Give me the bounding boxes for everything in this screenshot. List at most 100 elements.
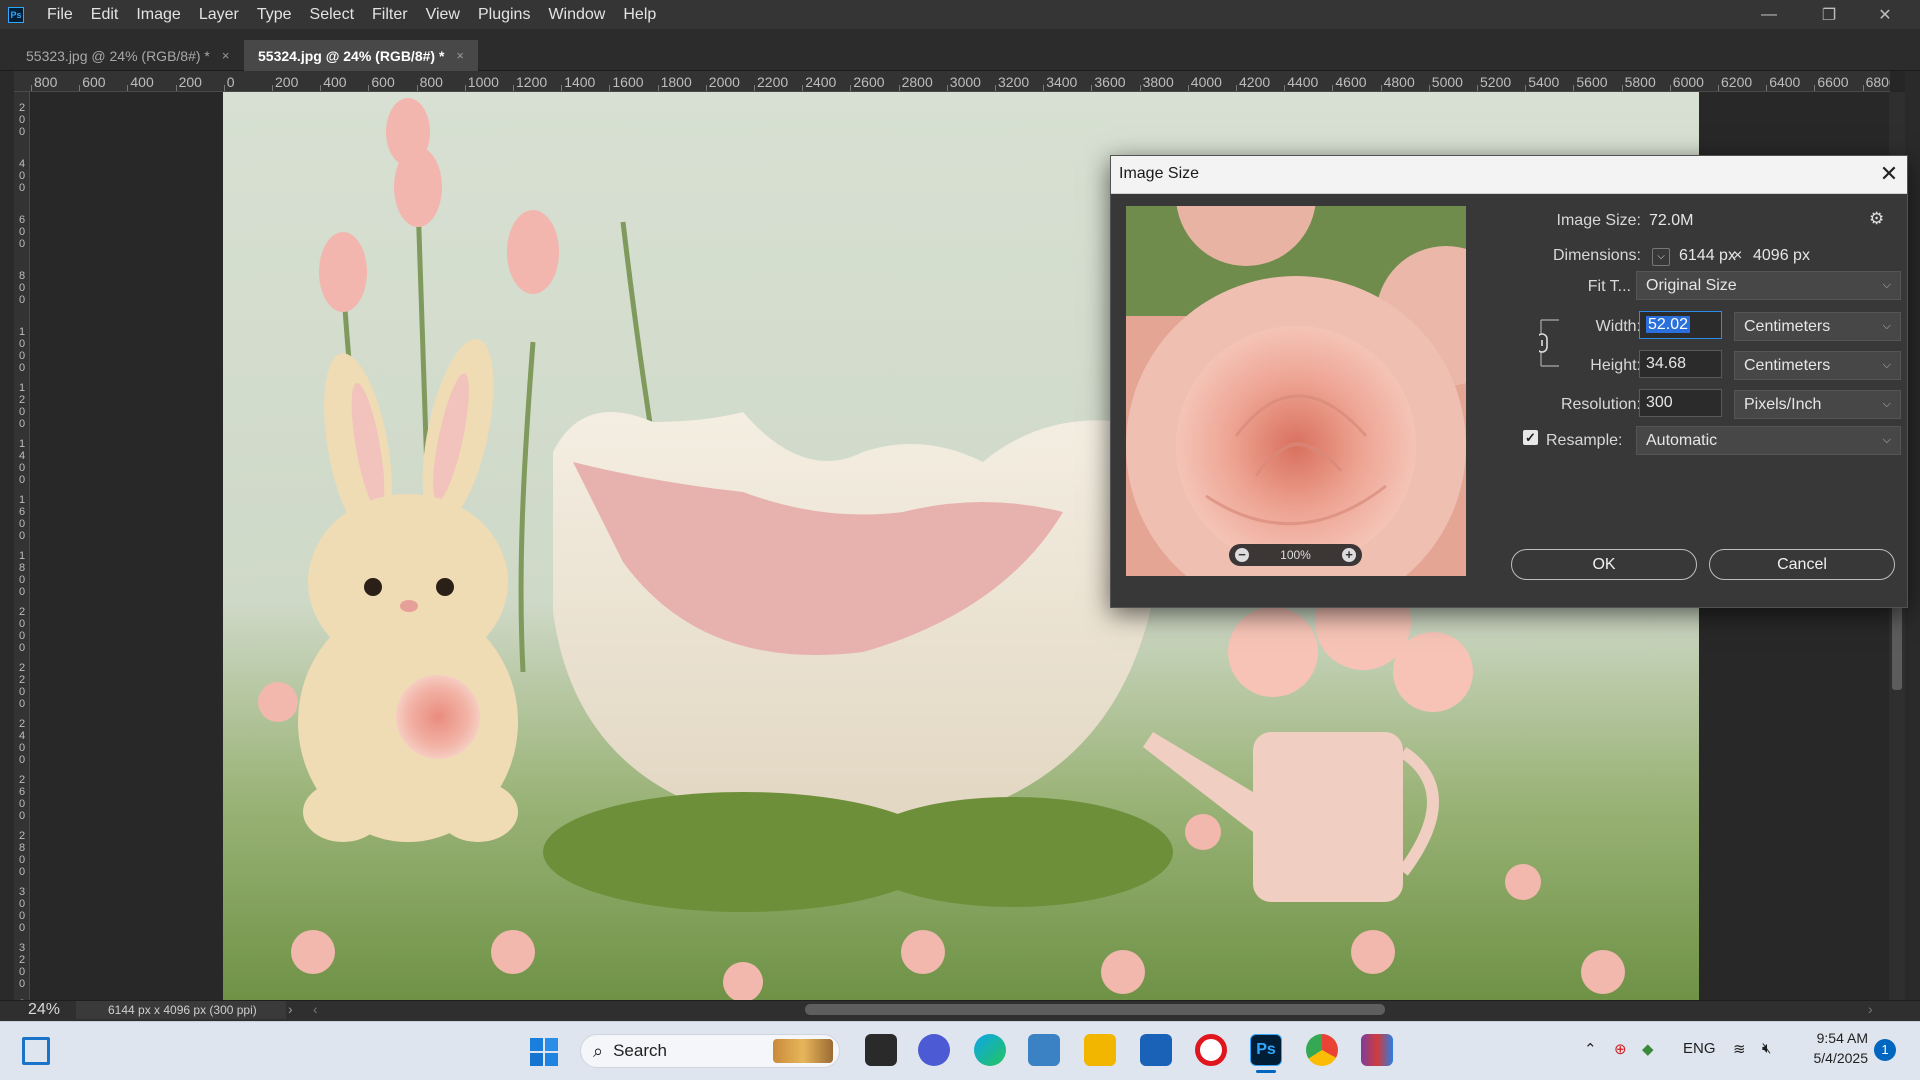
task-view-icon[interactable] bbox=[865, 1034, 897, 1066]
close-window-button[interactable]: ✕ bbox=[1862, 0, 1908, 29]
ruler-v-label: 1200 bbox=[18, 382, 26, 430]
edge-browser-icon[interactable] bbox=[974, 1034, 1006, 1066]
horizontal-ruler[interactable]: 800 600 400 200 0 200 400 600 800 1000 1200 1400 160… bbox=[14, 71, 1890, 92]
show-hidden-icons-icon[interactable]: ⌃ bbox=[1584, 1040, 1597, 1058]
ruler-h-label: 200 bbox=[178, 74, 202, 90]
security-shield-icon[interactable]: ◆ bbox=[1642, 1040, 1654, 1058]
windows-start-icon[interactable] bbox=[528, 1036, 560, 1068]
height-unit-dropdown[interactable]: Centimeters ⌵ bbox=[1734, 351, 1901, 380]
menu-type[interactable]: Type bbox=[248, 0, 301, 29]
zoom-out-icon[interactable]: − bbox=[1235, 548, 1249, 562]
width-input[interactable]: 52.02 bbox=[1639, 311, 1722, 339]
tab-55324[interactable]: 55324.jpg @ 24% (RGB/8#) * × bbox=[244, 40, 478, 71]
ruler-h-tick bbox=[898, 85, 900, 91]
menu-plugins[interactable]: Plugins bbox=[469, 0, 539, 29]
photoshop-taskbar-icon[interactable]: Ps bbox=[1250, 1034, 1282, 1066]
opera-browser-icon[interactable] bbox=[1195, 1034, 1227, 1066]
scroll-left-icon[interactable]: ‹ bbox=[313, 1001, 318, 1017]
zoom-in-icon[interactable]: + bbox=[1341, 548, 1356, 562]
taskbar-search-box[interactable]: ⌕ Search bbox=[580, 1034, 840, 1068]
tab-close-icon[interactable]: × bbox=[456, 48, 464, 63]
tab-55323[interactable]: 55323.jpg @ 24% (RGB/8#) * × bbox=[12, 40, 243, 71]
vpn-icon[interactable]: ⊕ bbox=[1614, 1040, 1627, 1058]
chat-icon[interactable] bbox=[918, 1034, 950, 1066]
width-unit-dropdown[interactable]: Centimeters ⌵ bbox=[1734, 312, 1901, 341]
vertical-ruler[interactable]: 200 400 600 800 1000 1200 1400 1600 1800 2000 2200… bbox=[14, 92, 30, 1000]
width-label: Width: bbox=[1595, 318, 1641, 335]
ruler-v-label: 400 bbox=[18, 158, 26, 194]
fit-to-dropdown[interactable]: Original Size ⌵ bbox=[1636, 271, 1901, 300]
resample-method-dropdown[interactable]: Automatic ⌵ bbox=[1636, 426, 1901, 455]
ruler-v-label: 1000 bbox=[18, 326, 26, 374]
notification-badge[interactable]: 1 bbox=[1874, 1039, 1896, 1061]
dialog-titlebar[interactable]: Image Size ✕ bbox=[1111, 156, 1907, 194]
menu-help[interactable]: Help bbox=[614, 0, 665, 29]
language-indicator[interactable]: ENG bbox=[1683, 1040, 1716, 1057]
photos-icon[interactable] bbox=[1028, 1034, 1060, 1066]
menu-edit[interactable]: Edit bbox=[82, 0, 128, 29]
ok-button[interactable]: OK bbox=[1511, 549, 1697, 580]
clock-time[interactable]: 9:54 AM bbox=[1800, 1030, 1868, 1046]
zoom-level[interactable]: 24% bbox=[28, 1001, 60, 1019]
microsoft-store-icon[interactable] bbox=[1140, 1034, 1172, 1066]
height-input[interactable]: 34.68 bbox=[1639, 350, 1722, 378]
resolution-input[interactable]: 300 bbox=[1639, 389, 1722, 417]
menu-view[interactable]: View bbox=[417, 0, 469, 29]
moss bbox=[543, 792, 1173, 912]
ruler-v-label: 2400 bbox=[18, 718, 26, 766]
menu-filter[interactable]: Filter bbox=[363, 0, 417, 29]
ruler-h-label: 6200 bbox=[1721, 74, 1753, 90]
file-explorer-icon[interactable] bbox=[1084, 1034, 1116, 1066]
resolution-value: 300 bbox=[1646, 394, 1673, 411]
menu-image[interactable]: Image bbox=[127, 0, 189, 29]
ruler-h-tick bbox=[1187, 85, 1189, 91]
minimize-button[interactable]: — bbox=[1746, 0, 1792, 29]
ruler-h-tick bbox=[1766, 85, 1768, 91]
height-value: 34.68 bbox=[1646, 355, 1687, 372]
tab-close-icon[interactable]: × bbox=[222, 48, 230, 63]
ruler-h-tick bbox=[561, 85, 563, 91]
resolution-label: Resolution: bbox=[1560, 396, 1641, 413]
wifi-icon[interactable]: ≋ bbox=[1733, 1040, 1746, 1058]
menu-window[interactable]: Window bbox=[539, 0, 614, 29]
ruler-h-label: 1200 bbox=[516, 74, 548, 90]
resolution-unit-dropdown[interactable]: Pixels/Inch ⌵ bbox=[1734, 390, 1901, 419]
dialog-close-button[interactable]: ✕ bbox=[1875, 160, 1903, 188]
height-unit-value: Centimeters bbox=[1744, 356, 1831, 374]
ruler-h-tick bbox=[850, 85, 852, 91]
status-arrow-icon[interactable]: › bbox=[288, 1001, 293, 1017]
winrar-icon[interactable] bbox=[1361, 1034, 1393, 1066]
widgets-icon[interactable] bbox=[22, 1037, 50, 1065]
ruler-v-label: 1600 bbox=[18, 494, 26, 542]
ruler-h-label: 5200 bbox=[1480, 74, 1512, 90]
restore-button[interactable]: ❐ bbox=[1806, 0, 1852, 29]
ruler-h-label: 800 bbox=[419, 74, 443, 90]
ruler-h-tick bbox=[1428, 85, 1430, 91]
ruler-h-label: 2800 bbox=[901, 74, 933, 90]
dimensions-unit-dropdown-icon[interactable]: ⌵ bbox=[1652, 248, 1670, 266]
preview-zoom-control: − 100% + bbox=[1229, 544, 1362, 566]
horizontal-scroll-thumb[interactable] bbox=[805, 1004, 1385, 1015]
resample-checkbox[interactable]: ✓ bbox=[1523, 430, 1538, 445]
menu-layer[interactable]: Layer bbox=[190, 0, 248, 29]
image-preview[interactable]: − 100% + bbox=[1126, 206, 1466, 576]
settings-gear-icon[interactable]: ⚙ bbox=[1869, 209, 1884, 229]
menu-file[interactable]: File bbox=[38, 0, 82, 29]
ruler-h-label: 6800 bbox=[1865, 74, 1890, 90]
document-info[interactable]: 6144 px x 4096 px (300 ppi) bbox=[76, 1001, 286, 1019]
ruler-h-tick bbox=[609, 85, 611, 91]
ruler-v-label: 600 bbox=[18, 214, 26, 250]
ruler-h-label: 6000 bbox=[1672, 74, 1704, 90]
bunny bbox=[298, 338, 518, 842]
ruler-h-label: 3400 bbox=[1046, 74, 1078, 90]
resample-label: Resample: bbox=[1546, 432, 1623, 449]
scroll-right-icon[interactable]: › bbox=[1868, 1001, 1873, 1017]
chrome-browser-icon[interactable] bbox=[1306, 1034, 1338, 1066]
volume-muted-icon[interactable]: 🔇︎ bbox=[1762, 1040, 1771, 1057]
clock-date[interactable]: 5/4/2025 bbox=[1800, 1050, 1869, 1066]
ruler-v-label: 3000 bbox=[18, 886, 26, 934]
menu-select[interactable]: Select bbox=[301, 0, 363, 29]
ruler-h-tick bbox=[1380, 85, 1382, 91]
width-unit-value: Centimeters bbox=[1744, 317, 1831, 335]
cancel-button[interactable]: Cancel bbox=[1709, 549, 1895, 580]
